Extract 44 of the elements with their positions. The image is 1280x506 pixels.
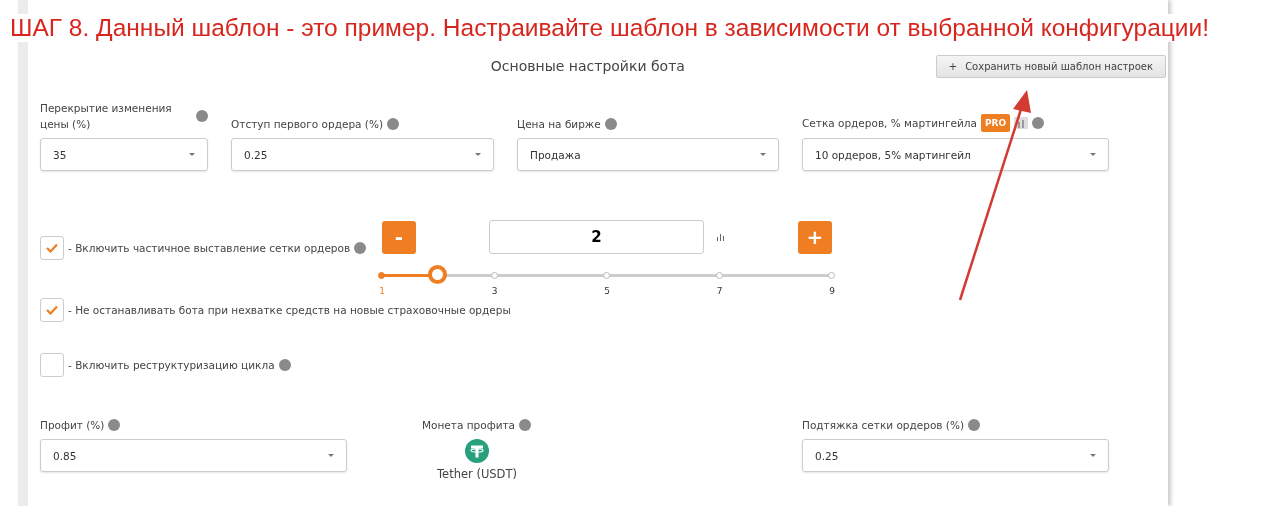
dropdown[interactable]: 10 ордеров, 5% мартингейл xyxy=(802,138,1109,171)
help-icon[interactable] xyxy=(196,110,208,122)
checkbox[interactable] xyxy=(40,298,64,322)
checkbox-label: - Включить частичное выставление сетки ордеров xyxy=(68,242,351,254)
help-icon[interactable] xyxy=(968,419,981,431)
field-label: Профит (%) xyxy=(40,418,105,433)
checkbox[interactable] xyxy=(40,236,64,260)
dropdown[interactable]: 0.85 xyxy=(40,439,347,472)
help-icon[interactable] xyxy=(278,359,291,371)
checkbox-label: - Включить реструктуризацию цикла xyxy=(68,359,275,371)
checkbox[interactable] xyxy=(40,353,64,377)
field-label: Монета профита xyxy=(422,418,515,433)
tick-label: 7 xyxy=(716,286,723,296)
help-icon[interactable] xyxy=(108,419,121,431)
checkmark-icon xyxy=(46,305,58,315)
panel-title: Основные настройки бота xyxy=(489,58,686,74)
field-label: Перекрытие изменения цены (%) xyxy=(40,101,173,132)
field-label: Подтяжка сетки ордеров (%) xyxy=(802,418,965,433)
help-icon[interactable] xyxy=(519,419,531,431)
tick-label: 3 xyxy=(491,286,498,296)
tether-coin-icon xyxy=(465,439,489,463)
dropdown[interactable]: Продажа xyxy=(517,138,779,171)
bars-icon xyxy=(717,233,724,241)
dropdown[interactable]: 35 xyxy=(40,138,208,171)
number-field[interactable]: 2 xyxy=(489,220,704,254)
help-icon[interactable] xyxy=(387,118,399,130)
dropdown[interactable]: 0.25 xyxy=(231,138,494,171)
annotation-text: ШАГ 8. Данный шаблон - это пример. Настраивайте шаблон в зависимости от выбранной конфигурации! xyxy=(10,14,1210,42)
help-icon[interactable] xyxy=(1032,117,1045,129)
field-label: Цена на бирже xyxy=(517,117,601,132)
tick-label: 9 xyxy=(829,286,835,296)
field-label: Сетка ордеров, % мартингейла xyxy=(802,116,977,131)
field-label: Отступ первого ордера (%) xyxy=(231,117,383,132)
help-icon[interactable] xyxy=(604,118,617,130)
slider-thumb[interactable] xyxy=(428,265,448,284)
checkbox-label: - Не останавливать бота при нехватке средств на новые страховочные ордеры xyxy=(68,304,511,316)
dropdown[interactable]: 0.25 xyxy=(802,439,1109,472)
help-icon[interactable] xyxy=(354,242,367,254)
coin-name: Tether (USDT) xyxy=(437,467,517,481)
checkmark-icon xyxy=(46,243,58,253)
pro-badge: PRO xyxy=(980,114,1011,132)
tick-label: 1 xyxy=(379,286,385,296)
save-template-button[interactable]: + Сохранить новый шаблон настроек xyxy=(935,54,1166,78)
tick-label: 5 xyxy=(604,286,610,296)
